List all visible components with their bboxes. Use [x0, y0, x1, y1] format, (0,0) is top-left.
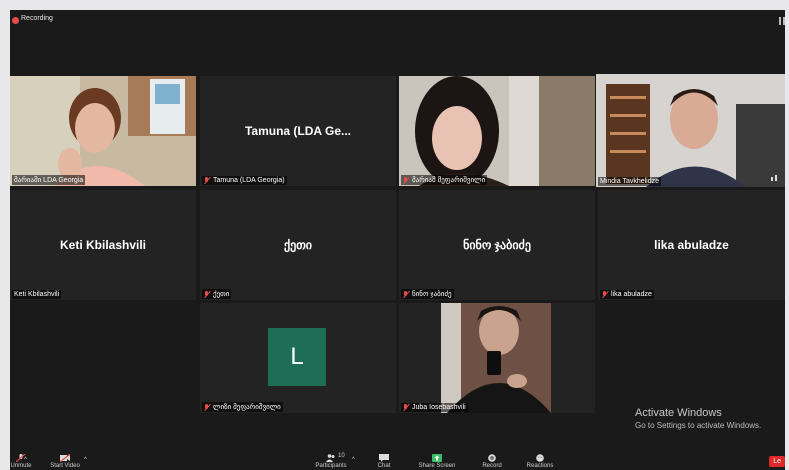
meeting-toolbar: Unmute ^ Start Video ^ Participants 10 ^… — [10, 452, 785, 470]
participant-display-name: Keti Kbilashvili — [59, 238, 147, 252]
record-icon — [488, 454, 496, 462]
participant-name-tag: lika abuladze — [600, 290, 654, 299]
participant-name-tag: Tamuna (LDA Georgia) — [202, 176, 287, 185]
mic-muted-icon — [403, 404, 409, 411]
mic-muted-icon — [403, 176, 409, 184]
participant-display-name: Tamuna (LDA Ge... — [244, 124, 351, 138]
participants-button[interactable]: Participants — [310, 454, 352, 469]
mic-muted-icon — [204, 177, 210, 184]
video-off-icon — [60, 454, 70, 462]
chat-icon — [379, 454, 389, 462]
zoom-meeting-window: Recording მარიამი LDA Georgia Tamuna (LD… — [10, 10, 785, 470]
share-screen-label: Share Screen — [418, 463, 456, 469]
participant-name-tag: ლიზი მეფარიშვილი — [202, 402, 283, 412]
participant-tile-mindia[interactable]: Mindia Tavkhelidze — [596, 74, 785, 187]
participant-name-tag: Keti Kbilashvili — [12, 290, 62, 299]
reactions-label: Reactions — [526, 463, 554, 469]
participant-name-tag: Juba Iosebashvili — [401, 403, 468, 412]
participant-tile-lika-abuladze[interactable]: lika abuladze lika abuladze — [598, 190, 785, 300]
start-video-label: Start Video — [50, 463, 80, 469]
record-label: Record — [482, 463, 502, 469]
signal-strength-icon — [771, 175, 779, 181]
start-video-button[interactable]: Start Video — [46, 454, 84, 469]
participant-video — [399, 303, 595, 413]
participant-display-name: ქეთი — [283, 238, 313, 252]
record-button[interactable]: Record — [478, 454, 506, 469]
participants-count-badge: 10 — [338, 453, 345, 459]
participant-tile-mariami[interactable]: მარიამი LDA Georgia — [10, 76, 196, 186]
participant-video — [399, 76, 595, 186]
avatar: L — [268, 328, 326, 386]
participant-video — [10, 76, 196, 186]
participant-tile-tamuna[interactable]: Tamuna (LDA Ge... Tamuna (LDA Georgia) — [200, 76, 396, 186]
chat-label: Chat — [377, 463, 391, 469]
video-options-chevron-icon[interactable]: ^ — [84, 457, 87, 463]
share-screen-button[interactable]: Share Screen — [414, 454, 460, 469]
mute-label: Unmute — [10, 463, 32, 469]
participant-name-tag: მარიამი LDA Georgia — [12, 175, 86, 185]
reactions-button[interactable]: Reactions — [522, 454, 558, 469]
recording-indicator-icon — [12, 17, 19, 24]
participant-name-tag: ნინო ჯაბიძე — [401, 289, 454, 299]
participant-tile-mariam-mefarishvili[interactable]: მარიამ მეფარიშვილი — [399, 76, 595, 186]
participant-name-tag: ქეთი — [202, 289, 232, 299]
participant-video — [596, 74, 785, 187]
participant-display-name: lika abuladze — [654, 238, 729, 252]
participant-tile-nino-jabidze[interactable]: ნინო ჯაბიძე ნინო ჯაბიძე — [399, 190, 595, 300]
activate-windows-watermark: Activate Windows Go to Settings to activ… — [635, 407, 761, 430]
participants-label: Participants — [315, 463, 347, 469]
audio-options-chevron-icon[interactable]: ^ — [24, 457, 27, 463]
participants-icon — [326, 454, 335, 462]
participant-display-name: ნინო ჯაბიძე — [463, 238, 531, 252]
participant-tile-keti[interactable]: ქეთი ქეთი — [200, 190, 396, 300]
mic-muted-icon — [204, 290, 210, 298]
watermark-title: Activate Windows — [635, 407, 722, 419]
mic-muted-icon — [403, 290, 409, 298]
mute-button[interactable]: Unmute — [10, 454, 32, 469]
recording-label: Recording — [21, 15, 53, 22]
participants-chevron-icon[interactable]: ^ — [352, 457, 355, 463]
participant-name-tag: მარიამ მეფარიშვილი — [401, 175, 488, 185]
watermark-subtitle: Go to Settings to activate Windows. — [635, 421, 762, 430]
share-screen-icon — [432, 454, 442, 462]
top-bar: Recording — [10, 10, 785, 32]
participant-tile-keti-kbilashvili[interactable]: Keti Kbilashvili Keti Kbilashvili — [10, 190, 196, 300]
participant-tile-lizi[interactable]: L ლიზი მეფარიშვილი — [200, 303, 396, 413]
chat-button[interactable]: Chat — [372, 454, 396, 469]
mic-muted-icon — [204, 403, 210, 411]
participant-tile-juba-iosebashvili[interactable]: Juba Iosebashvili — [399, 303, 595, 413]
mic-muted-icon — [602, 291, 608, 298]
participant-name-tag: Mindia Tavkhelidze — [598, 177, 662, 186]
reactions-icon — [536, 454, 544, 462]
leave-button[interactable]: Le — [769, 456, 785, 467]
view-toggle-icon[interactable] — [779, 17, 785, 25]
